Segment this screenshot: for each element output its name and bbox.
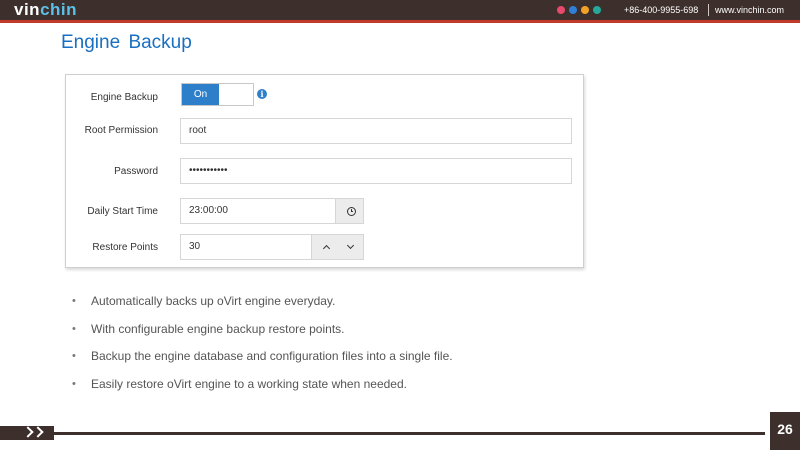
header-divider xyxy=(708,4,709,16)
restore-points-input[interactable]: 30 xyxy=(180,234,312,260)
dot-pink xyxy=(557,6,565,14)
root-permission-label: Root Permission xyxy=(84,125,158,136)
list-item: Backup the engine database and configura… xyxy=(72,345,453,373)
logo-text-vin: vin xyxy=(14,0,41,19)
daily-start-time-input[interactable]: 23:00:00 xyxy=(180,198,336,224)
toggle-on-state[interactable]: On xyxy=(182,84,219,105)
restore-points-stepper xyxy=(311,234,364,260)
password-input[interactable]: ••••••••••• xyxy=(180,158,572,184)
page-title: Engine Backup xyxy=(61,32,192,53)
chevron-down-icon[interactable] xyxy=(346,241,355,250)
chevron-up-icon[interactable] xyxy=(322,244,331,253)
page-number: 26 xyxy=(770,412,800,450)
dot-orange xyxy=(581,6,589,14)
color-dots xyxy=(557,6,601,14)
phone-number: +86-400-9955-698 xyxy=(624,5,699,15)
time-picker-button[interactable] xyxy=(335,198,364,224)
clock-icon xyxy=(347,207,356,216)
list-item: With configurable engine backup restore … xyxy=(72,318,453,346)
feature-bullet-list: Automatically backs up oVirt engine ever… xyxy=(72,290,453,400)
engine-backup-toggle[interactable]: On xyxy=(181,83,254,106)
list-item: Automatically backs up oVirt engine ever… xyxy=(72,290,453,318)
website-link[interactable]: www.vinchin.com xyxy=(715,0,784,20)
daily-start-time-label: Daily Start Time xyxy=(87,206,158,217)
footer-line xyxy=(50,432,765,435)
info-icon[interactable]: i xyxy=(257,89,267,99)
engine-backup-label: Engine Backup xyxy=(90,92,158,103)
dot-teal xyxy=(593,6,601,14)
header-accent-line xyxy=(0,20,800,23)
header-bar: vinchin +86-400-9955-698 www.vinchin.com xyxy=(0,0,800,20)
password-label: Password xyxy=(114,166,158,177)
restore-points-label: Restore Points xyxy=(92,242,158,253)
dot-blue xyxy=(569,6,577,14)
vinchin-logo[interactable]: vinchin xyxy=(14,0,77,20)
logo-text-chin: chin xyxy=(40,0,78,19)
root-permission-input[interactable]: root xyxy=(180,118,572,144)
list-item: Easily restore oVirt engine to a working… xyxy=(72,373,453,401)
engine-backup-form: Engine Backup On i Root Permission root … xyxy=(65,74,584,268)
